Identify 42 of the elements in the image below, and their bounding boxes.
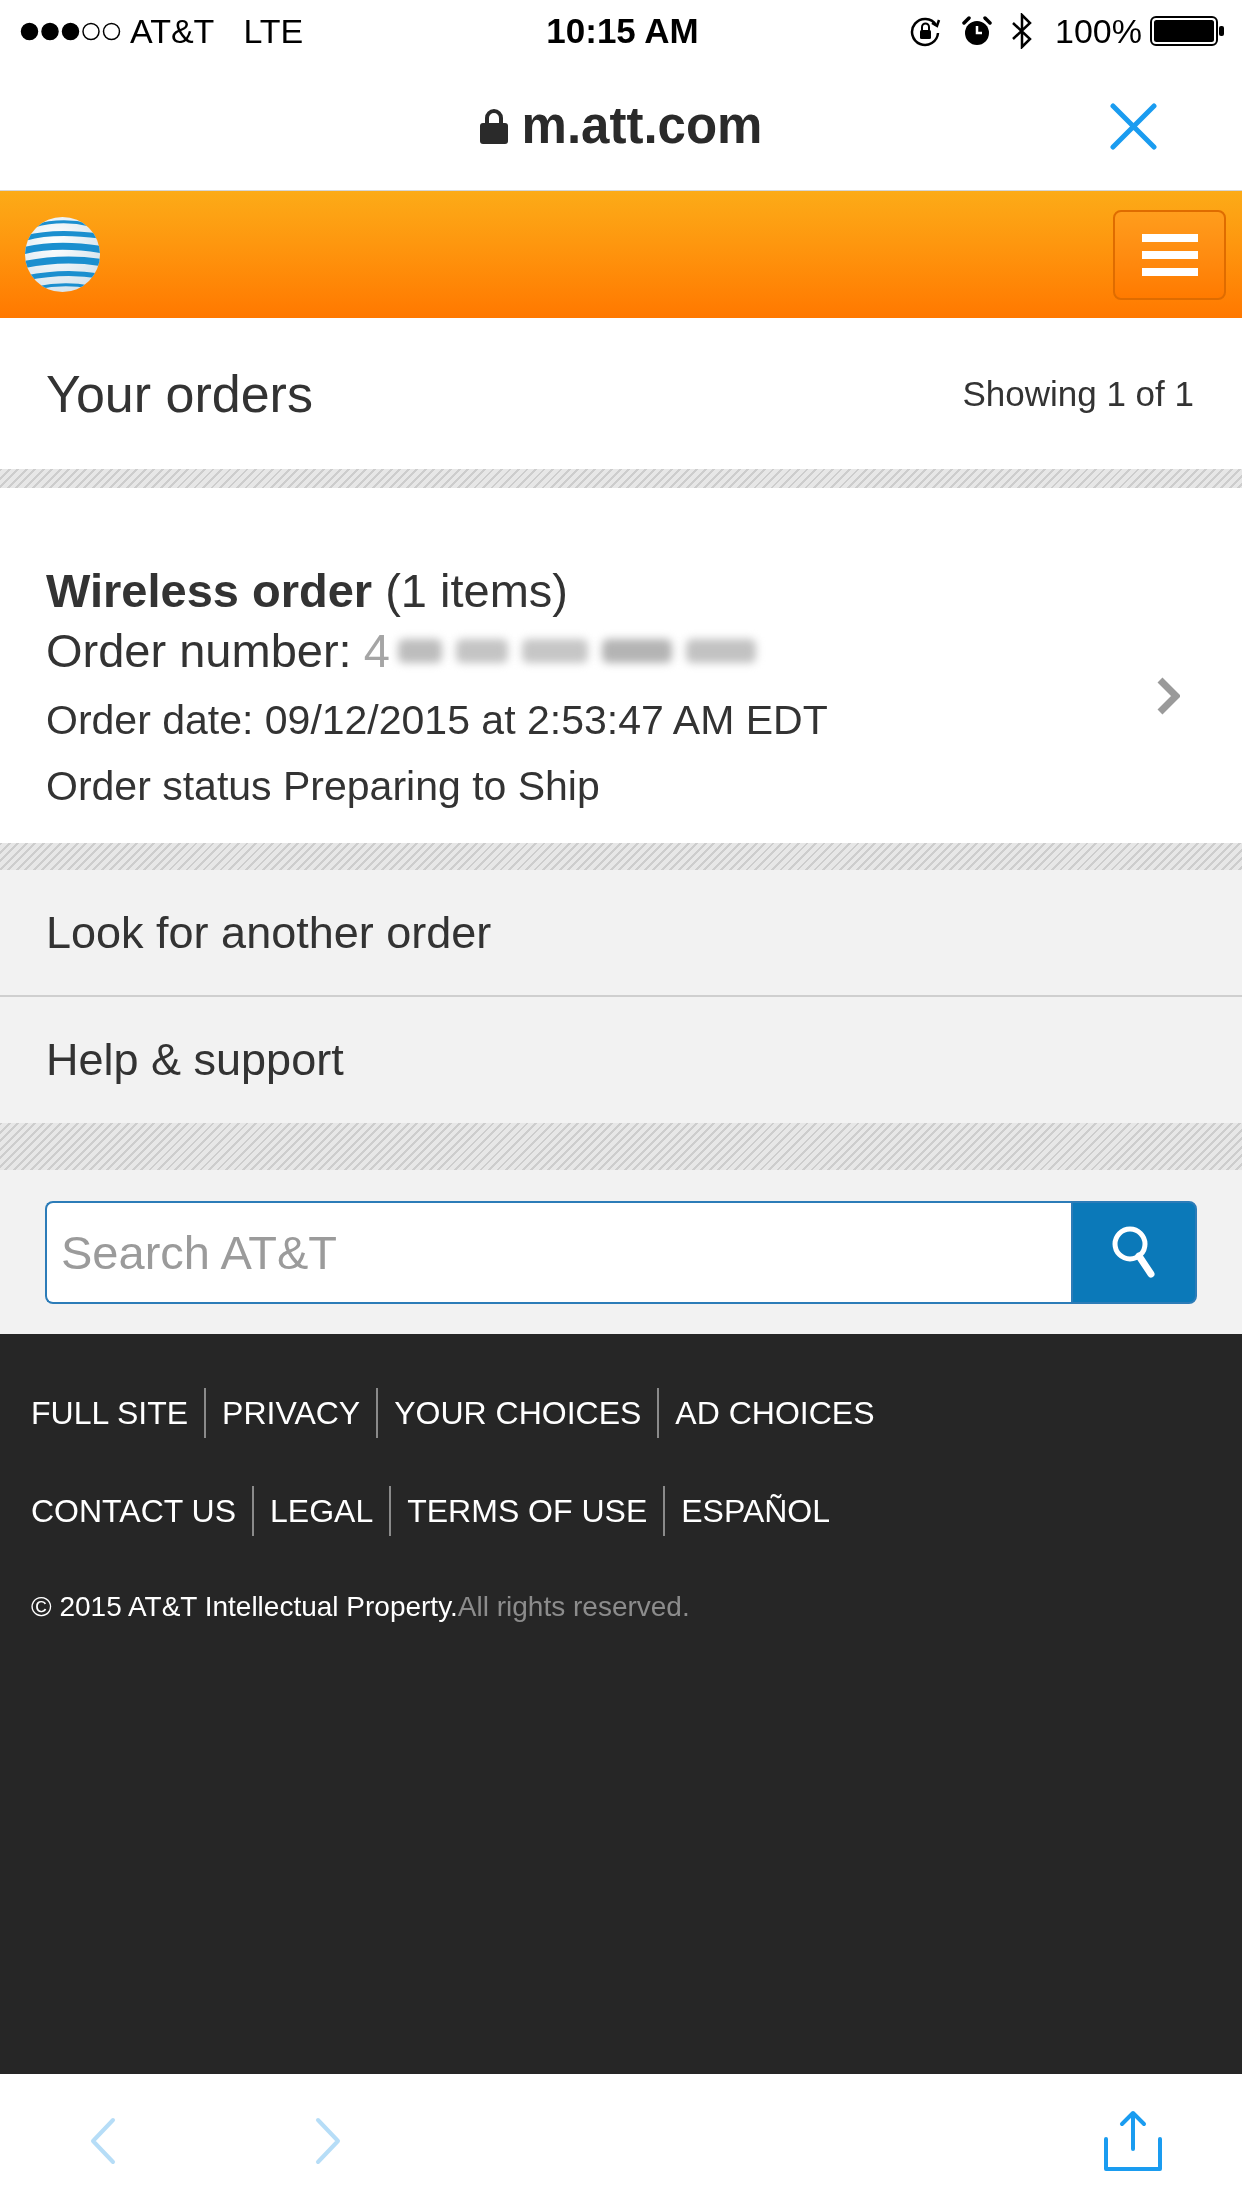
footer-link[interactable]: YOUR CHOICES <box>394 1393 642 1433</box>
order-count-text: Showing 1 of 1 <box>962 373 1194 414</box>
menu-icon <box>1141 233 1198 276</box>
alarm-clock-icon <box>962 16 993 46</box>
footer-link[interactable]: CONTACT US <box>31 1491 237 1531</box>
footer-link[interactable]: TERMS OF USE <box>407 1491 648 1531</box>
order-title: Wireless order (1 items) <box>46 563 568 619</box>
footer-link[interactable]: AD CHOICES <box>675 1393 875 1433</box>
share-icon <box>1102 2109 1164 2173</box>
nav-list-item[interactable]: Help & support <box>0 997 1242 1123</box>
footer-link[interactable]: PRIVACY <box>222 1393 361 1433</box>
footer-link[interactable]: LEGAL <box>270 1491 374 1531</box>
url-text[interactable]: m.att.com <box>521 96 763 156</box>
menu-button[interactable] <box>1113 209 1226 300</box>
close-button[interactable] <box>1110 102 1157 150</box>
footer-link[interactable]: ESPAÑOL <box>681 1491 831 1531</box>
globe-logo-icon <box>24 216 101 293</box>
network-text: LTE <box>243 11 304 51</box>
chevron-right-icon <box>314 2117 342 2165</box>
order-number-label: Order number: <box>46 623 352 679</box>
rotation-lock-icon <box>910 15 942 47</box>
search-icon <box>1111 1225 1157 1279</box>
order-date-text: Order date: 09/12/2015 at 2:53:47 AM EDT <box>46 696 828 745</box>
order-number-text: 4 <box>363 623 390 679</box>
nav-list-item[interactable]: Look for another order <box>0 870 1242 997</box>
lock-icon <box>479 108 508 144</box>
footer-link[interactable]: FULL SITE <box>31 1393 189 1433</box>
chevron-right-icon <box>1156 676 1180 716</box>
page-title: Your orders <box>46 363 313 424</box>
battery-percent-text: 100% <box>1055 11 1142 51</box>
rights-text: All rights reserved. <box>457 1590 690 1624</box>
close-icon <box>1110 102 1157 150</box>
carrier-text: AT&T <box>130 11 215 51</box>
time-text: 10:15 AM <box>546 11 699 51</box>
search-button[interactable] <box>1071 1200 1197 1304</box>
search-field[interactable]: Search AT&T <box>45 1200 1071 1304</box>
share-button[interactable] <box>1102 2109 1164 2173</box>
signal-strength-icon <box>20 21 121 41</box>
copyright-text: © 2015 AT&T Intellectual Property. <box>31 1590 458 1624</box>
order-status-text: Order status Preparing to Ship <box>46 762 600 811</box>
battery-icon <box>1150 16 1225 46</box>
chevron-left-icon <box>89 2117 117 2165</box>
